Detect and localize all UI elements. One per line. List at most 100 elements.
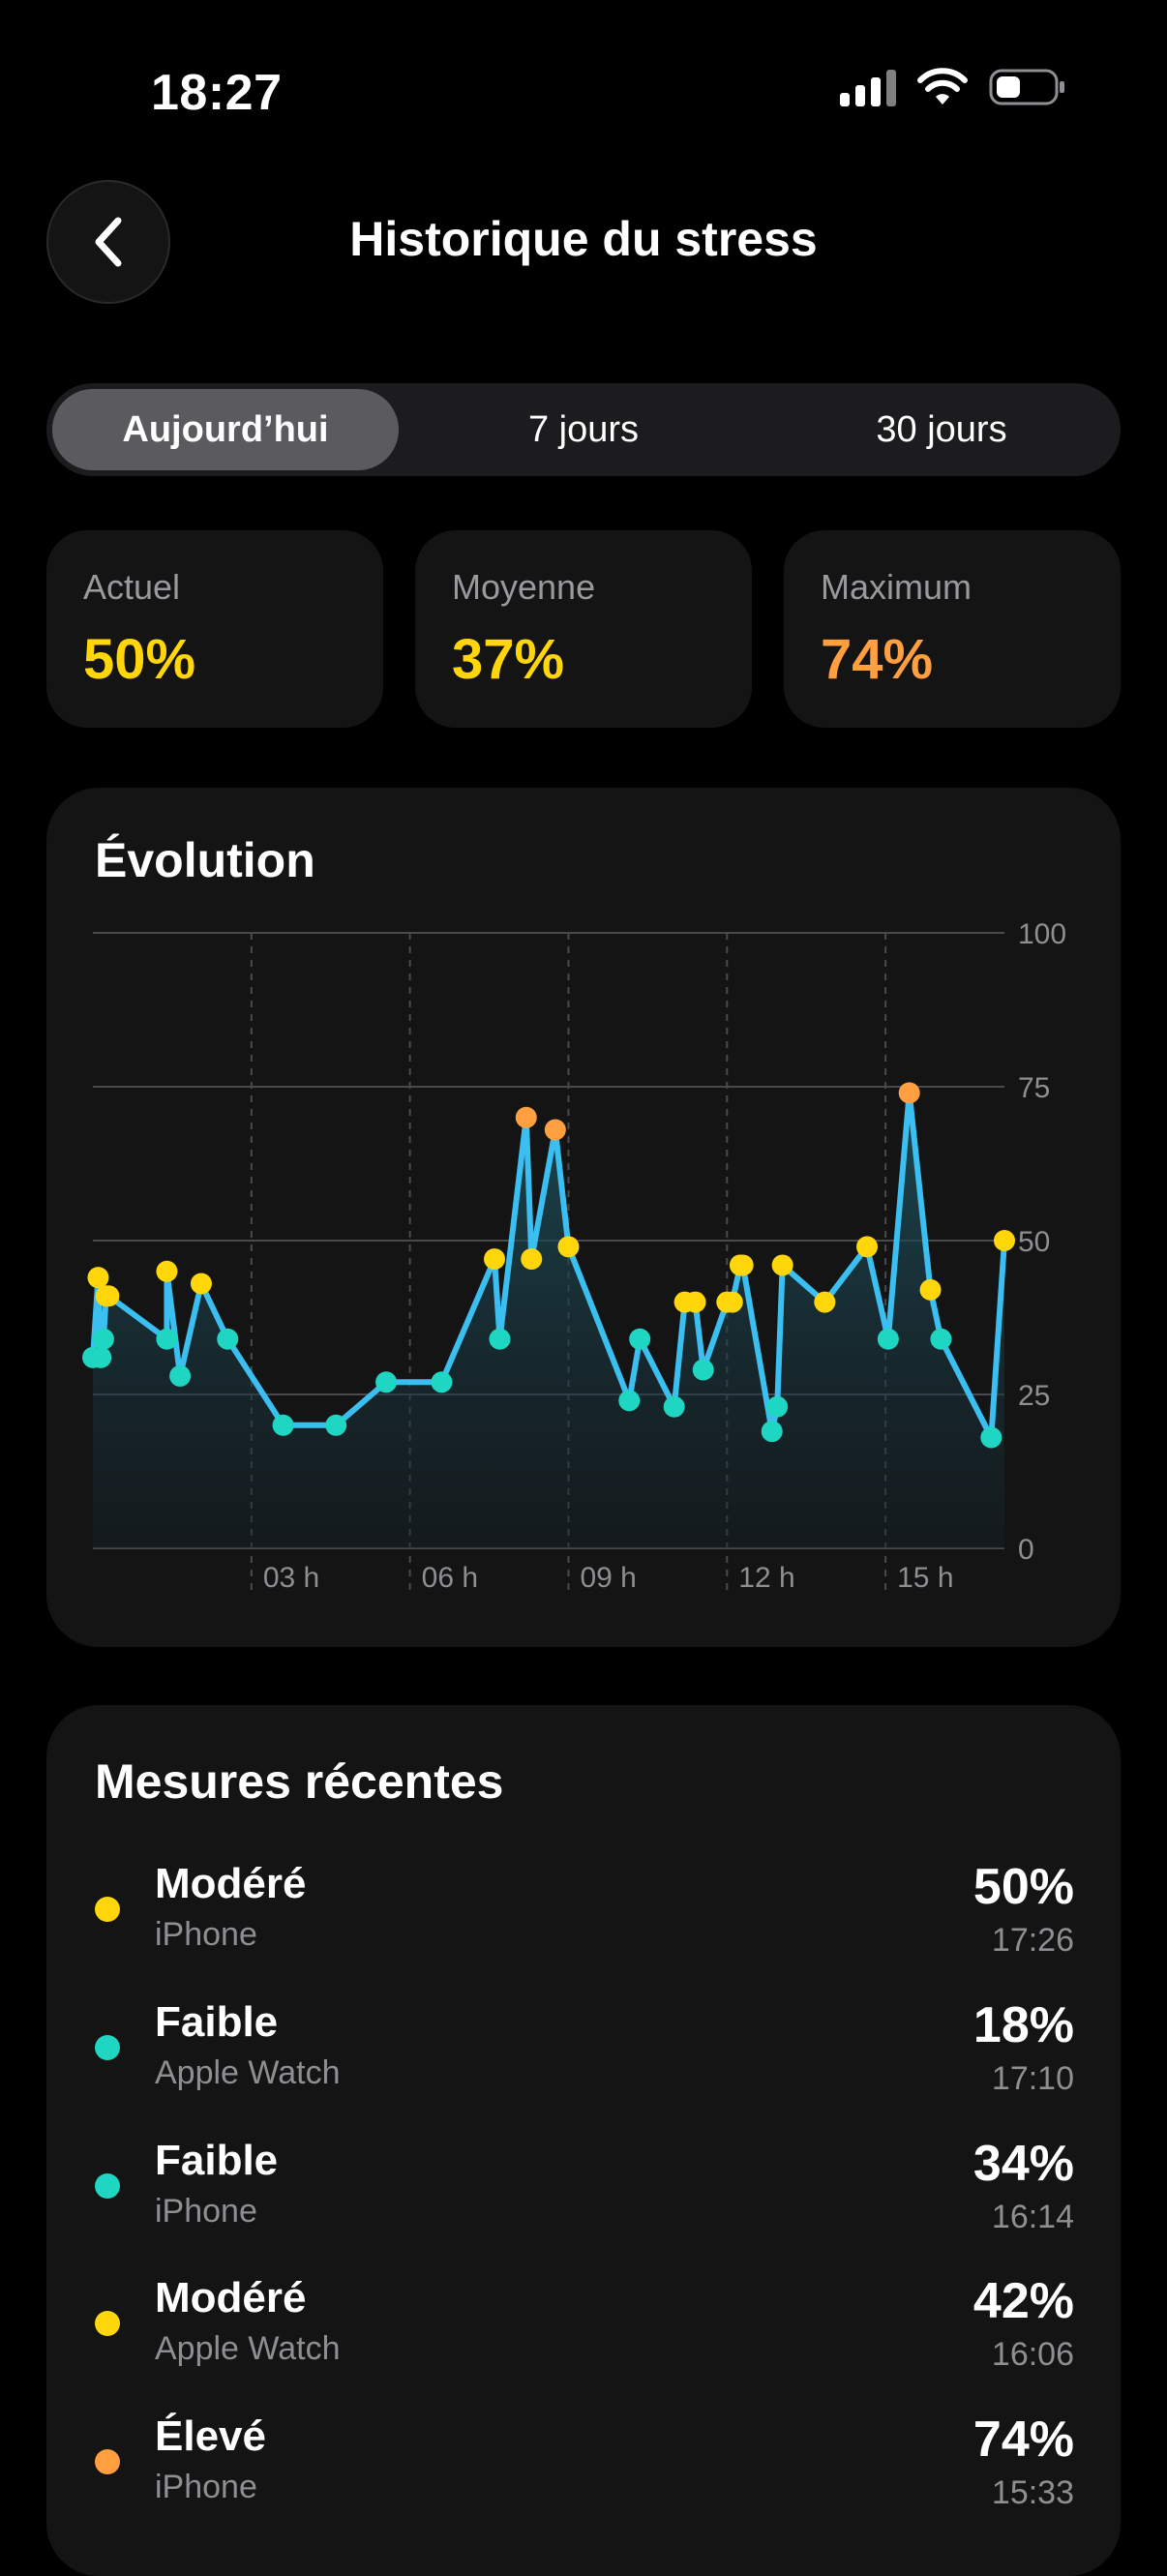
- data-point: [544, 1119, 566, 1141]
- measurement-row[interactable]: Faible Apple Watch 18% 17:10: [46, 1989, 1121, 2114]
- data-point: [732, 1254, 754, 1276]
- data-point: [898, 1082, 920, 1104]
- data-point: [431, 1371, 453, 1393]
- data-point: [618, 1390, 641, 1412]
- data-point: [325, 1414, 347, 1436]
- measurement-source: Apple Watch: [155, 2054, 341, 2091]
- x-tick-label: 12 h: [738, 1562, 794, 1594]
- cellular-signal-icon: [840, 68, 896, 106]
- measurement-value: 74%: [972, 2411, 1074, 2468]
- measurement-source: Apple Watch: [155, 2330, 341, 2367]
- status-time: 18:27: [151, 65, 283, 121]
- measurement-source: iPhone: [155, 1916, 257, 1953]
- measurement-value: 18%: [972, 1997, 1074, 2053]
- battery-icon: [989, 68, 1066, 106]
- y-tick-label: 0: [1018, 1534, 1034, 1566]
- level-dot-icon: [95, 2449, 120, 2474]
- data-point: [994, 1230, 1015, 1251]
- period-segmented-control: Aujourd’hui 7 jours 30 jours: [46, 383, 1121, 476]
- page-title: Historique du stress: [349, 212, 818, 266]
- y-tick-label: 100: [1018, 918, 1066, 950]
- data-point: [98, 1285, 120, 1307]
- x-tick-label: 06 h: [422, 1562, 478, 1594]
- data-point: [877, 1328, 899, 1350]
- stat-label: Moyenne: [452, 567, 596, 607]
- data-point: [515, 1106, 537, 1128]
- tab-7-days[interactable]: 7 jours: [410, 389, 757, 470]
- level-dot-icon: [95, 2311, 120, 2336]
- measurement-time: 15:33: [991, 2474, 1074, 2511]
- stat-value: 50%: [83, 628, 196, 691]
- data-point: [156, 1260, 178, 1282]
- measurement-level: Faible: [155, 2137, 279, 2184]
- measurement-value: 42%: [972, 2273, 1074, 2329]
- measurement-row[interactable]: Faible iPhone 34% 16:14: [46, 2127, 1121, 2253]
- data-point: [766, 1395, 789, 1418]
- data-point: [169, 1364, 192, 1387]
- data-point: [375, 1371, 398, 1393]
- data-point: [629, 1328, 651, 1350]
- data-point: [92, 1328, 114, 1350]
- data-point: [684, 1291, 706, 1313]
- stat-value: 37%: [452, 628, 565, 691]
- x-tick-label: 09 h: [580, 1562, 636, 1594]
- x-tick-label: 15 h: [897, 1562, 953, 1594]
- data-point: [489, 1328, 511, 1350]
- recent-title: Mesures récentes: [95, 1754, 504, 1809]
- data-point: [521, 1248, 543, 1271]
- level-dot-icon: [95, 1897, 120, 1922]
- tab-30-days[interactable]: 30 jours: [768, 389, 1115, 470]
- evolution-chart-card: Évolution 0 25 50 75 100 03 h 06 h 09 h 12 h 15 h: [46, 788, 1121, 1647]
- measurement-time: 16:14: [991, 2199, 1074, 2235]
- data-point: [980, 1426, 1002, 1449]
- stat-value: 74%: [821, 628, 934, 691]
- recent-measurements-card: Mesures récentes Modéré iPhone 50% 17:26…: [46, 1705, 1121, 2576]
- stat-card-maximum: Maximum 74%: [784, 530, 1121, 728]
- measurement-time: 17:10: [991, 2060, 1074, 2097]
- level-dot-icon: [95, 2035, 120, 2060]
- measurement-source: iPhone: [155, 2469, 257, 2505]
- wifi-icon: [917, 68, 968, 106]
- tab-today[interactable]: Aujourd’hui: [52, 389, 399, 470]
- measurement-source: iPhone: [155, 2193, 257, 2230]
- measurement-row[interactable]: Élevé iPhone 74% 15:33: [46, 2403, 1121, 2529]
- data-point: [484, 1248, 506, 1271]
- data-point: [217, 1328, 239, 1350]
- measurement-level: Modéré: [155, 1860, 307, 1907]
- stat-card-average: Moyenne 37%: [415, 530, 752, 728]
- stat-label: Actuel: [83, 567, 181, 607]
- y-tick-label: 50: [1018, 1226, 1050, 1258]
- status-icons: [840, 68, 1066, 106]
- stress-line-chart: 0 25 50 75 100 03 h 06 h 09 h 12 h 15 h: [82, 918, 1066, 1597]
- stat-label: Maximum: [821, 567, 972, 607]
- data-point: [663, 1395, 685, 1418]
- measurement-level: Modéré: [155, 2274, 307, 2321]
- data-point: [90, 1346, 112, 1368]
- measurement-time: 16:06: [991, 2336, 1074, 2373]
- measurement-value: 34%: [972, 2136, 1074, 2192]
- data-point: [272, 1414, 294, 1436]
- data-point: [930, 1328, 952, 1350]
- data-point: [721, 1291, 743, 1313]
- y-tick-label: 75: [1018, 1072, 1050, 1104]
- data-point: [156, 1328, 178, 1350]
- data-point: [557, 1236, 580, 1258]
- measurement-value: 50%: [972, 1859, 1074, 1915]
- data-point: [761, 1421, 783, 1443]
- data-point: [190, 1273, 212, 1295]
- measurement-time: 17:26: [991, 1922, 1074, 1959]
- measurement-row[interactable]: Modéré Apple Watch 42% 16:06: [46, 2264, 1121, 2390]
- y-tick-label: 25: [1018, 1380, 1050, 1412]
- data-point: [692, 1359, 714, 1381]
- x-tick-label: 03 h: [263, 1562, 319, 1594]
- data-point: [919, 1278, 942, 1301]
- data-point: [87, 1267, 109, 1289]
- measurement-level: Faible: [155, 1998, 279, 2046]
- measurement-level: Élevé: [155, 2412, 266, 2460]
- stat-card-current: Actuel 50%: [46, 530, 383, 728]
- data-point: [814, 1291, 836, 1313]
- data-point: [856, 1236, 879, 1258]
- level-dot-icon: [95, 2173, 120, 2199]
- measurement-row[interactable]: Modéré iPhone 50% 17:26: [46, 1850, 1121, 1976]
- data-point: [771, 1254, 793, 1276]
